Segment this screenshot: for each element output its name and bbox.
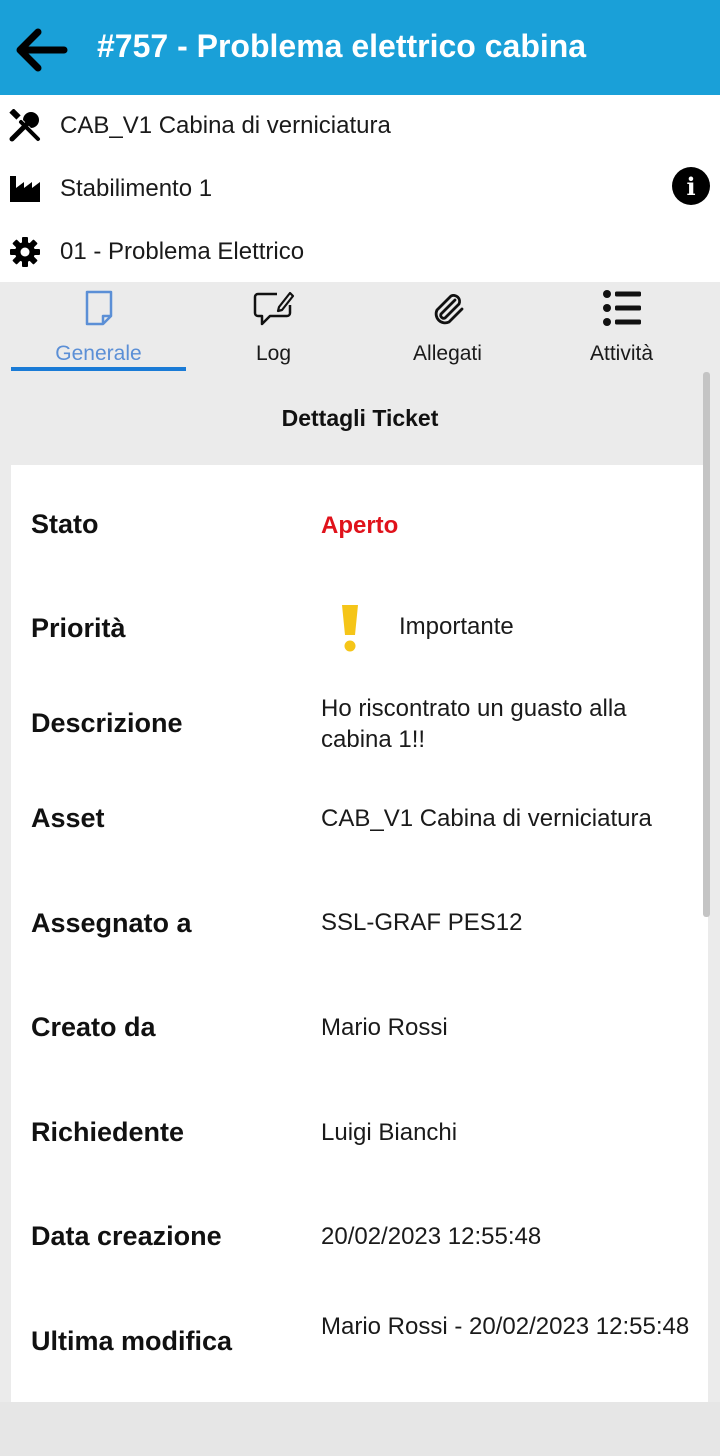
section-title: Dettagli Ticket (281, 405, 439, 431)
tab-label: Allegati (413, 342, 482, 365)
priority-value: Importante (399, 613, 514, 640)
plant-text: Stabilimento 1 (60, 175, 213, 202)
tab-label: Attività (589, 342, 654, 365)
created-date-value: 20/02/2023 12:55:48 (321, 1223, 542, 1250)
gear-icon (8, 235, 42, 269)
tab-allegati[interactable]: Allegati (360, 282, 535, 374)
last-modified-value: Mario Rossi - 20/02/2023 12:55:48 (321, 1313, 690, 1340)
asset-row: CAB_V1 Cabina di verniciatura (0, 95, 720, 157)
category-text: 01 - Problema Elettrico (60, 238, 305, 265)
active-tab-indicator (11, 367, 186, 371)
info-icon: i (686, 171, 696, 201)
detail-label: Richiedente (31, 1117, 185, 1147)
detail-label: Data creazione (31, 1221, 222, 1251)
asset-text: CAB_V1 Cabina di verniciatura (60, 112, 391, 139)
bottom-strip (0, 1402, 720, 1456)
exclamation-icon (342, 605, 358, 652)
back-button[interactable] (10, 20, 70, 80)
detail-label: Ultima modifica (31, 1326, 233, 1356)
tab-generale[interactable]: Generale (11, 282, 186, 374)
paperclip-icon (434, 294, 463, 325)
tab-label: Log (255, 342, 292, 365)
category-row: 01 - Problema Elettrico (0, 221, 720, 283)
description-value: Ho riscontrato un guasto alla cabina 1!! (321, 695, 627, 753)
detail-label: Descrizione (31, 708, 183, 738)
asset-value: CAB_V1 Cabina di verniciatura (321, 805, 652, 832)
tab-log[interactable]: Log (186, 282, 361, 374)
detail-label: Priorità (31, 613, 126, 643)
detail-label: Stato (31, 509, 99, 539)
requester-value: Luigi Bianchi (321, 1119, 458, 1146)
detail-label: Creato da (31, 1012, 156, 1042)
top-app-bar: #757 - Problema elettrico cabina (0, 0, 720, 95)
plant-row: Stabilimento 1 (0, 158, 720, 220)
tab-bar: Generale Log Allegati Attività (0, 282, 720, 374)
page-title: #757 - Problema elettrico cabina (97, 28, 587, 64)
assignee-value: SSL-GRAF PES12 (321, 909, 523, 936)
detail-label: Asset (31, 803, 105, 833)
document-icon (85, 290, 112, 326)
arrow-left-icon (16, 28, 68, 72)
scrollbar[interactable] (703, 372, 710, 917)
ticket-info-panel: CAB_V1 Cabina di verniciatura Stabilimen… (0, 95, 720, 282)
tab-attivita[interactable]: Attività (534, 282, 709, 374)
info-button[interactable]: i (672, 167, 710, 205)
status-value: Aperto (321, 512, 399, 539)
creator-value: Mario Rossi (321, 1014, 448, 1041)
list-icon (602, 290, 641, 326)
tab-label: Generale (55, 342, 142, 365)
factory-icon (8, 172, 42, 206)
comment-edit-icon (253, 291, 294, 326)
detail-label: Assegnato a (31, 908, 192, 938)
ticket-details-card: Stato Aperto Priorità Importante Descriz… (11, 465, 708, 1402)
tools-icon (8, 109, 42, 143)
